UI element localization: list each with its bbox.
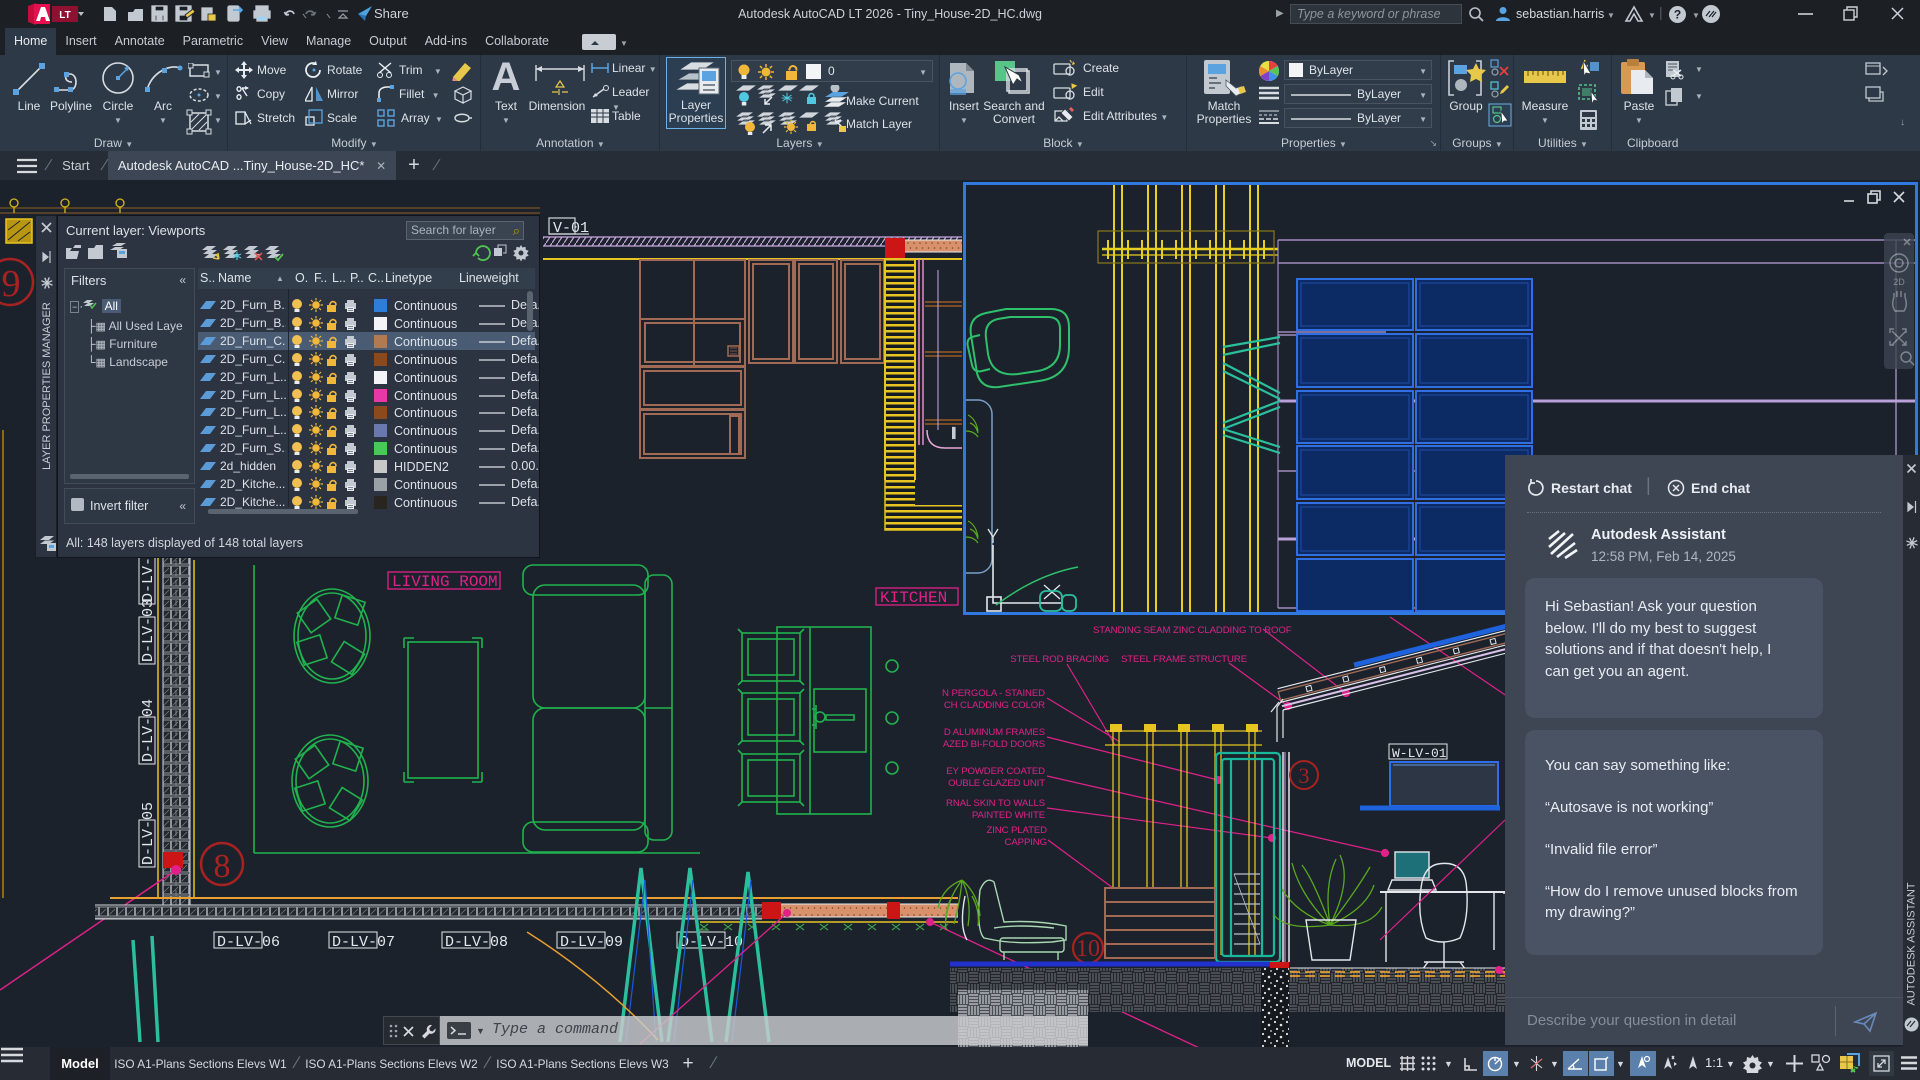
svg-text:AZED BI-FOLD DOORS: AZED BI-FOLD DOORS — [943, 739, 1045, 750]
svg-text:HIDDEN2: HIDDEN2 — [394, 460, 449, 474]
svg-text:Continuous: Continuous — [394, 424, 457, 438]
svg-text:CAPPING: CAPPING — [1005, 837, 1047, 848]
svg-text:RNAL SKIN TO WALLS: RNAL SKIN TO WALLS — [946, 798, 1045, 809]
svg-text:CH CLADDING COLOR: CH CLADDING COLOR — [944, 700, 1045, 711]
svg-text:3: 3 — [1299, 763, 1310, 788]
svg-text:Continuous: Continuous — [394, 299, 457, 313]
svg-text:STANDING SEAM ZINC CLADDING TO: STANDING SEAM ZINC CLADDING TO ROOF — [1093, 625, 1292, 636]
svg-text:Continuous: Continuous — [394, 389, 457, 403]
svg-text:D-LV-05: D-LV-05 — [140, 802, 157, 865]
svg-text:Continuous: Continuous — [394, 442, 457, 456]
svg-text:D-LV-04: D-LV-04 — [140, 699, 157, 762]
svg-text:10: 10 — [1076, 936, 1100, 962]
svg-text:STEEL ROD BRACING: STEEL ROD BRACING — [1010, 654, 1109, 665]
svg-text:ZINC PLATED: ZINC PLATED — [986, 825, 1047, 836]
svg-text:D ALUMINUM FRAMES: D ALUMINUM FRAMES — [944, 727, 1045, 738]
svg-text:Continuous: Continuous — [394, 496, 457, 510]
svg-text:D-LV-03: D-LV-03 — [140, 599, 157, 662]
svg-text:Continuous: Continuous — [394, 371, 457, 385]
svg-text:9: 9 — [2, 263, 21, 305]
svg-text:Continuous: Continuous — [394, 317, 457, 331]
svg-text:Continuous: Continuous — [394, 478, 457, 492]
svg-text:8: 8 — [214, 848, 231, 885]
svg-text:Continuous: Continuous — [394, 353, 457, 367]
svg-text:Continuous: Continuous — [394, 406, 457, 420]
svg-text:N PERGOLA - STAINED: N PERGOLA - STAINED — [942, 688, 1045, 699]
svg-text:LIVING ROOM: LIVING ROOM — [392, 573, 498, 591]
svg-text:STEEL FRAME STRUCTURE: STEEL FRAME STRUCTURE — [1121, 654, 1247, 665]
svg-text:PAINTED WHITE: PAINTED WHITE — [972, 810, 1045, 821]
svg-text:OUBLE GLAZED UNIT: OUBLE GLAZED UNIT — [948, 778, 1045, 789]
svg-text:?: ? — [1674, 8, 1681, 22]
svg-text:Continuous: Continuous — [394, 335, 457, 349]
svg-text:EY POWDER COATED: EY POWDER COATED — [946, 766, 1045, 777]
svg-text:2D: 2D — [1893, 277, 1905, 287]
svg-text:KITCHEN: KITCHEN — [880, 589, 947, 607]
